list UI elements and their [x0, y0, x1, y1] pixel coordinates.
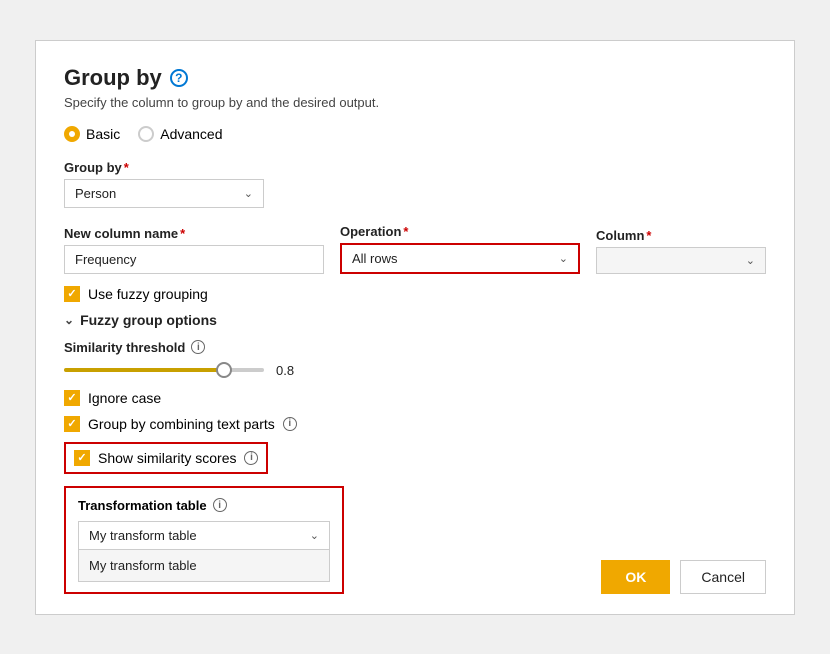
group-by-chevron-icon: ⌄: [244, 187, 253, 200]
ignore-case-label: Ignore case: [88, 390, 161, 406]
ignore-case-checkmark: ✓: [67, 391, 76, 404]
combine-text-checkmark: ✓: [67, 417, 76, 430]
fuzzy-section-label: Fuzzy group options: [80, 312, 217, 328]
threshold-value: 0.8: [276, 363, 294, 378]
threshold-slider-track: [64, 368, 264, 372]
use-fuzzy-label: Use fuzzy grouping: [88, 286, 208, 302]
operation-chevron-icon: ⌄: [559, 252, 568, 265]
transformation-value: My transform table: [89, 528, 197, 543]
combine-text-info-icon[interactable]: i: [283, 417, 297, 431]
combine-text-checkbox[interactable]: ✓: [64, 416, 80, 432]
use-fuzzy-checkmark: ✓: [67, 287, 76, 300]
ignore-case-row[interactable]: ✓ Ignore case: [64, 390, 766, 406]
transformation-select[interactable]: My transform table ⌄: [78, 521, 330, 550]
show-similarity-label: Show similarity scores: [98, 450, 236, 466]
new-column-label: New column name*: [64, 226, 324, 241]
column-select[interactable]: ⌄: [596, 247, 766, 274]
threshold-slider-thumb[interactable]: [216, 362, 232, 378]
transformation-chevron-icon: ⌄: [310, 529, 319, 542]
new-column-input[interactable]: [64, 245, 324, 274]
combine-text-row[interactable]: ✓ Group by combining text parts i: [64, 416, 766, 432]
dialog-subtitle: Specify the column to group by and the d…: [64, 95, 766, 110]
operation-block: Operation* All rows ⌄: [340, 224, 580, 274]
radio-advanced[interactable]: Advanced: [138, 126, 222, 142]
help-icon[interactable]: ?: [170, 69, 188, 87]
radio-advanced-label: Advanced: [160, 126, 222, 142]
threshold-info-icon[interactable]: i: [191, 340, 205, 354]
show-similarity-row[interactable]: ✓ Show similarity scores i: [64, 442, 268, 474]
transformation-label: Transformation table: [78, 498, 207, 513]
combine-text-label: Group by combining text parts: [88, 416, 275, 432]
column-block: Column* ⌄: [596, 228, 766, 274]
radio-basic[interactable]: Basic: [64, 126, 120, 142]
new-column-block: New column name*: [64, 226, 324, 274]
operation-select[interactable]: All rows ⌄: [340, 243, 580, 274]
mode-radio-group: Basic Advanced: [64, 126, 766, 142]
fields-row: New column name* Operation* All rows ⌄ C…: [64, 224, 766, 274]
cancel-button[interactable]: Cancel: [680, 560, 766, 594]
column-label: Column*: [596, 228, 766, 243]
radio-basic-circle[interactable]: [64, 126, 80, 142]
dialog-title: Group by: [64, 65, 162, 91]
show-similarity-checkbox[interactable]: ✓: [74, 450, 90, 466]
show-similarity-checkmark: ✓: [77, 451, 86, 464]
radio-advanced-circle[interactable]: [138, 126, 154, 142]
use-fuzzy-row[interactable]: ✓ Use fuzzy grouping: [64, 286, 766, 302]
dialog-title-row: Group by ?: [64, 65, 766, 91]
transformation-section: Transformation table i My transform tabl…: [64, 486, 344, 594]
threshold-label-row: Similarity threshold i: [64, 340, 766, 355]
transformation-label-row: Transformation table i: [78, 498, 330, 513]
group-by-section: Group by* Person ⌄: [64, 160, 766, 208]
footer-buttons: OK Cancel: [601, 560, 766, 594]
operation-value: All rows: [352, 251, 398, 266]
ok-button[interactable]: OK: [601, 560, 670, 594]
transformation-info-icon[interactable]: i: [213, 498, 227, 512]
column-chevron-icon: ⌄: [746, 254, 755, 267]
threshold-slider-row: 0.8: [64, 363, 766, 378]
group-by-select[interactable]: Person ⌄: [64, 179, 264, 208]
show-similarity-info-icon[interactable]: i: [244, 451, 258, 465]
transformation-option-label: My transform table: [89, 558, 197, 573]
fuzzy-section-header[interactable]: ⌄ Fuzzy group options: [64, 312, 766, 328]
threshold-label: Similarity threshold: [64, 340, 185, 355]
transformation-dropdown-option[interactable]: My transform table: [78, 550, 330, 582]
operation-label: Operation*: [340, 224, 580, 239]
group-by-label: Group by*: [64, 160, 766, 175]
radio-basic-label: Basic: [86, 126, 120, 142]
group-by-dialog: Group by ? Specify the column to group b…: [35, 40, 795, 615]
fuzzy-options: Similarity threshold i 0.8 ✓ Ignore case…: [64, 340, 766, 594]
group-by-value: Person: [75, 186, 116, 201]
fuzzy-section-chevron-icon: ⌄: [64, 313, 74, 327]
use-fuzzy-checkbox[interactable]: ✓: [64, 286, 80, 302]
ignore-case-checkbox[interactable]: ✓: [64, 390, 80, 406]
